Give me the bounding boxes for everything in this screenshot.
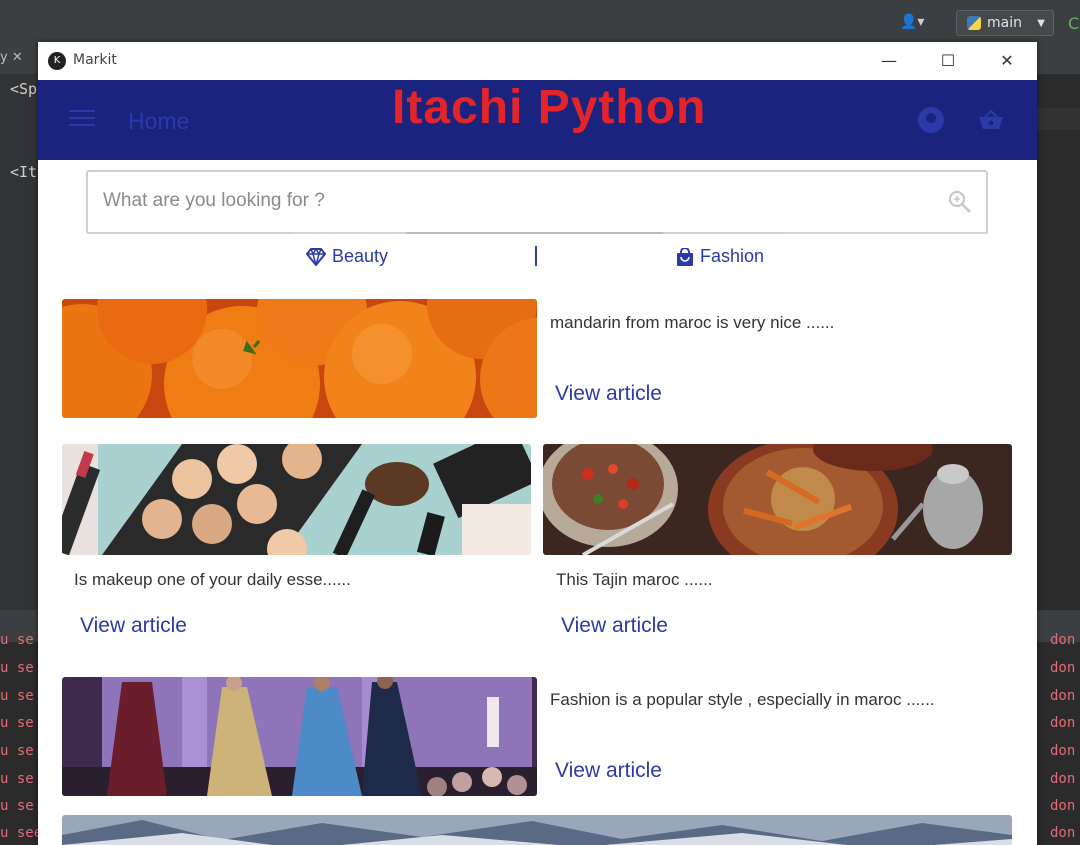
search-placeholder: What are you looking for ? xyxy=(103,190,325,211)
run-icon[interactable]: C xyxy=(1068,14,1079,33)
title-bar[interactable]: K Markit — ☐ ✕ xyxy=(38,42,1037,80)
top-app-bar: Home Itachi Python xyxy=(38,80,1037,160)
close-button[interactable]: ✕ xyxy=(984,46,1030,76)
watermark-banner: Itachi Python xyxy=(392,81,707,134)
code-line: <Sp xyxy=(10,80,38,98)
menu-icon[interactable] xyxy=(69,110,95,128)
basket-icon[interactable] xyxy=(978,110,1004,130)
console-text: don xyxy=(1050,660,1076,676)
console-text: u se xyxy=(0,771,34,787)
category-label: Fashion xyxy=(700,246,765,266)
account-icon[interactable] xyxy=(918,107,944,133)
tab-underline-active xyxy=(406,232,663,234)
console-text: don xyxy=(1050,632,1076,648)
console-text: u se xyxy=(0,688,34,704)
console-text: don xyxy=(1050,771,1076,787)
view-article-link[interactable]: View article xyxy=(561,614,668,638)
console-text: don xyxy=(1050,743,1076,759)
user-icon[interactable]: 👤▾ xyxy=(900,14,924,30)
search-field[interactable]: What are you looking for ? xyxy=(86,170,988,234)
branch-label: main xyxy=(987,15,1022,31)
console-text: u se xyxy=(0,660,34,676)
markit-window: K Markit — ☐ ✕ Home Itachi Python What a… xyxy=(38,42,1037,845)
view-article-link[interactable]: View article xyxy=(555,382,662,406)
tajine-image[interactable] xyxy=(543,444,1012,555)
maximize-button[interactable]: ☐ xyxy=(925,46,971,76)
kivy-app-icon: K xyxy=(48,52,66,70)
fashion-image[interactable] xyxy=(62,677,537,796)
console-text: don xyxy=(1050,825,1076,841)
category-label: Beauty xyxy=(332,246,389,266)
mandarin-image[interactable] xyxy=(62,299,537,418)
category-beauty[interactable]: Beauty xyxy=(306,246,388,267)
article-text: This Tajin maroc ...... xyxy=(556,570,713,589)
makeup-image[interactable] xyxy=(62,444,531,555)
search-icon[interactable] xyxy=(948,190,972,214)
editor-gutter xyxy=(0,74,38,610)
console-text: u se xyxy=(0,715,34,731)
view-article-link[interactable]: View article xyxy=(555,759,662,783)
python-icon xyxy=(967,16,981,30)
ide-toolbar: 👤▾ main ▼ C xyxy=(0,0,1080,45)
console-text: don xyxy=(1050,715,1076,731)
shopping-bag-icon xyxy=(677,247,693,266)
console-text: don xyxy=(1050,688,1076,704)
console-text: u se xyxy=(0,798,34,814)
next-article-image[interactable] xyxy=(62,815,1012,845)
article-text: Fashion is a popular style , especially … xyxy=(550,690,935,709)
category-divider xyxy=(535,246,537,266)
editor-tab[interactable]: y ✕ xyxy=(0,50,23,65)
article-text: mandarin from maroc is very nice ...... xyxy=(550,313,835,332)
category-fashion[interactable]: Fashion xyxy=(676,246,764,267)
chevron-down-icon: ▼ xyxy=(1037,17,1045,29)
minimize-button[interactable]: — xyxy=(866,46,912,76)
article-text: Is makeup one of your daily esse...... xyxy=(74,570,351,589)
view-article-link[interactable]: View article xyxy=(80,614,187,638)
console-text: u se xyxy=(0,632,34,648)
diamond-icon xyxy=(306,247,326,266)
tab-underline xyxy=(293,232,406,234)
window-title: Markit xyxy=(73,52,117,68)
tab-underline xyxy=(782,232,988,234)
page-title: Home xyxy=(128,108,190,134)
code-line: <It xyxy=(10,163,38,181)
console-text: don xyxy=(1050,798,1076,814)
console-text: u se xyxy=(0,743,34,759)
branch-selector[interactable]: main ▼ xyxy=(956,10,1054,36)
